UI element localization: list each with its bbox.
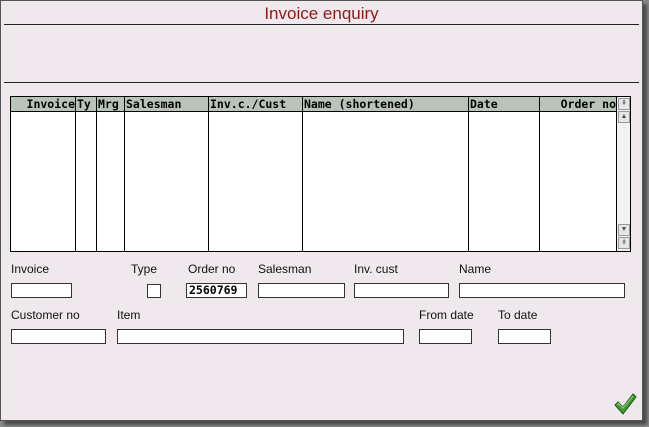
scroll-top-button[interactable]: ⇞ [618, 98, 630, 110]
column-header-inv-cust[interactable]: Inv.c./Cust [210, 97, 302, 111]
to-date-label: To date [498, 308, 538, 322]
type-checkbox[interactable] [147, 284, 161, 298]
column-header-type[interactable]: Ty [77, 97, 95, 111]
invoice-grid[interactable]: Invoice Ty Mrg Salesman Inv.c./Cust Name… [10, 96, 631, 252]
column-header-date[interactable]: Date [470, 97, 538, 111]
from-date-field[interactable] [419, 329, 472, 344]
column-divider [302, 97, 303, 251]
column-header-order-no[interactable]: Order no [540, 97, 616, 111]
toolbar-divider [4, 82, 639, 83]
name-label: Name [459, 262, 492, 276]
invoice-enquiry-window: Invoice enquiry Invoice Ty Mrg Salesman … [0, 0, 643, 421]
scroll-down-button[interactable]: ▼ [618, 224, 630, 236]
order-no-field[interactable]: 2560769 [186, 283, 247, 298]
inv-cust-label: Inv. cust [354, 262, 398, 276]
scroll-up-button[interactable]: ▲ [618, 111, 630, 123]
column-divider [96, 97, 97, 251]
column-header-salesman[interactable]: Salesman [126, 97, 208, 111]
inv-cust-field[interactable] [354, 283, 449, 298]
order-no-label: Order no [188, 262, 236, 276]
column-divider [75, 97, 76, 251]
to-date-field[interactable] [498, 329, 551, 344]
title-divider [4, 24, 639, 25]
column-divider [124, 97, 125, 251]
column-divider [468, 97, 469, 251]
window-title: Invoice enquiry [264, 4, 379, 23]
item-field[interactable] [117, 329, 404, 344]
grid-header: Invoice Ty Mrg Salesman Inv.c./Cust Name… [11, 97, 616, 112]
salesman-label: Salesman [258, 262, 312, 276]
column-divider [208, 97, 209, 251]
column-header-invoice[interactable]: Invoice [12, 97, 75, 111]
invoice-field[interactable] [11, 283, 72, 298]
invoice-label: Invoice [11, 262, 50, 276]
column-divider [539, 97, 540, 251]
column-header-name[interactable]: Name (shortened) [304, 97, 467, 111]
type-label: Type [131, 262, 158, 276]
scroll-bottom-button[interactable]: ⇟ [618, 237, 630, 249]
from-date-label: From date [419, 308, 474, 322]
salesman-field[interactable] [258, 283, 345, 298]
customer-no-field[interactable] [11, 329, 106, 344]
item-label: Item [117, 308, 141, 322]
customer-no-label: Customer no [11, 308, 80, 322]
name-field[interactable] [459, 283, 625, 298]
column-header-mrg[interactable]: Mrg [98, 97, 124, 111]
green-checkmark-icon[interactable] [613, 392, 637, 416]
grid-vertical-scrollbar[interactable]: ⇞ ▲ ▼ ⇟ [616, 97, 630, 251]
